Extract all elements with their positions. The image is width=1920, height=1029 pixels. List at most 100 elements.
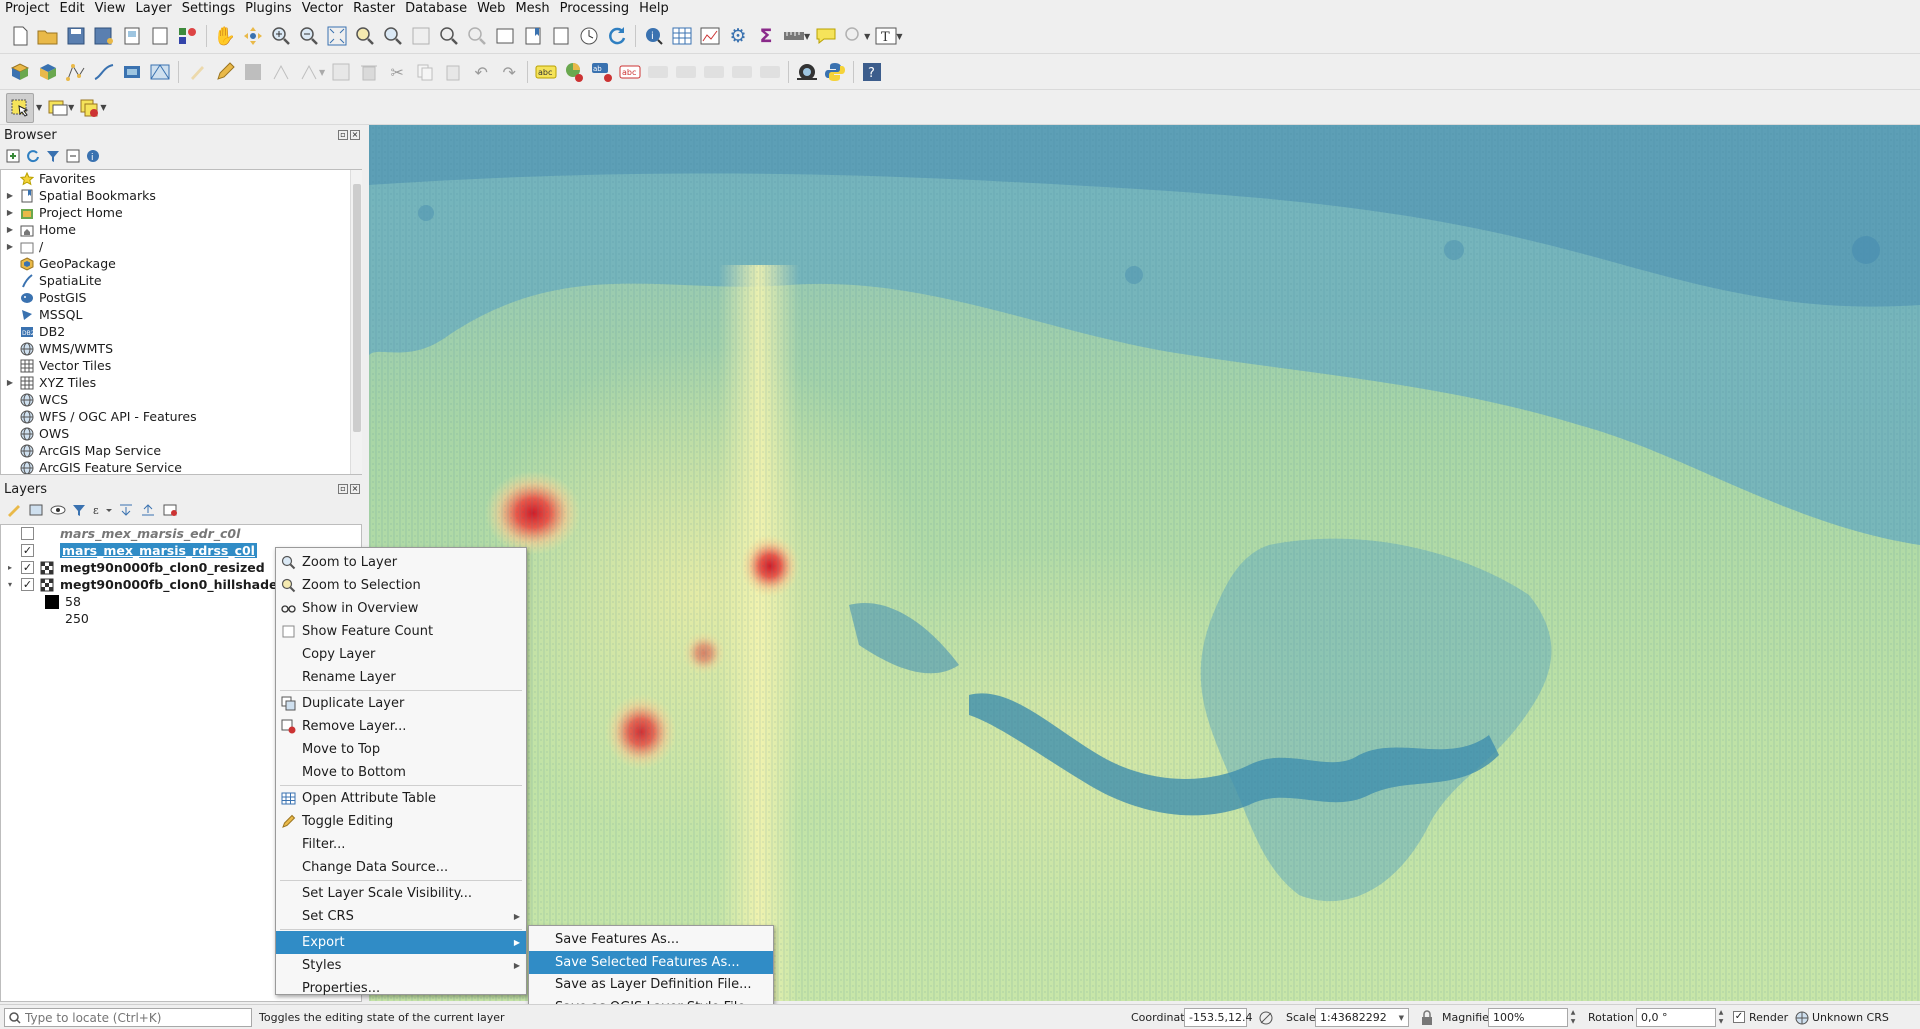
rotate-label-button[interactable] xyxy=(700,57,728,87)
help-contents-button[interactable]: ? xyxy=(858,57,886,87)
add-feature-button[interactable] xyxy=(267,57,295,87)
new-bookmark-button[interactable] xyxy=(519,21,547,51)
menu-item-rename-layer[interactable]: Rename Layer xyxy=(276,666,526,689)
close-panel-icon[interactable]: × xyxy=(350,130,360,140)
change-label-button[interactable] xyxy=(728,57,756,87)
lock-icon[interactable] xyxy=(1420,1010,1434,1026)
open-project-button[interactable] xyxy=(34,21,62,51)
float-panel-icon[interactable]: ▫ xyxy=(338,130,348,140)
new-project-button[interactable] xyxy=(6,21,34,51)
label-properties-button[interactable] xyxy=(756,57,784,87)
expand-arrow-icon[interactable]: ▶ xyxy=(5,242,15,251)
map-canvas[interactable] xyxy=(369,125,1920,1001)
browser-item-postgis[interactable]: PostGIS xyxy=(1,289,361,306)
menu-item-zoom-to-layer[interactable]: Zoom to Layer xyxy=(276,551,526,574)
menu-item-toggle-editing[interactable]: Toggle Editing xyxy=(276,810,526,833)
attribute-table-button[interactable] xyxy=(668,21,696,51)
save-project-button[interactable] xyxy=(62,21,90,51)
browser-item-xyz-tiles[interactable]: ▶ XYZ Tiles xyxy=(1,374,361,391)
zoom-to-layer-button[interactable] xyxy=(379,21,407,51)
coordinate-field[interactable]: -153.5,12.4 xyxy=(1184,1008,1252,1027)
copy-features-button[interactable] xyxy=(411,57,439,87)
render-checkbox[interactable]: ✓ xyxy=(1733,1011,1745,1023)
browser-item-spatialite[interactable]: SpatiaLite xyxy=(1,272,361,289)
delete-selected-button[interactable] xyxy=(355,57,383,87)
new-layer-button[interactable] xyxy=(34,57,62,87)
expand-all-icon[interactable] xyxy=(118,503,134,517)
browser-item-geopackage[interactable]: GeoPackage xyxy=(1,255,361,272)
browser-item-project-home[interactable]: ▶ Project Home xyxy=(1,204,361,221)
browser-item-mssql[interactable]: MSSQL xyxy=(1,306,361,323)
vertex-dropdown-icon[interactable]: ▼ xyxy=(319,68,325,77)
submenu-item-save-features-as[interactable]: Save Features As... xyxy=(529,928,773,951)
redo-button[interactable]: ↷ xyxy=(495,57,523,87)
annotation-dropdown-icon[interactable]: ▼ xyxy=(896,32,902,41)
new-map-view-button[interactable] xyxy=(491,21,519,51)
menu-item-properties[interactable]: Properties... xyxy=(276,977,526,1000)
new-layout-button[interactable] xyxy=(146,21,174,51)
menu-item-copy-layer[interactable]: Copy Layer xyxy=(276,643,526,666)
collapse-all-icon[interactable] xyxy=(66,149,80,163)
locator-bar[interactable] xyxy=(4,1008,252,1027)
toggle-editing-button[interactable] xyxy=(211,57,239,87)
browser-item-spatial-bookmarks[interactable]: ▶ Spatial Bookmarks xyxy=(1,187,361,204)
menu-processing[interactable]: Processing xyxy=(555,0,634,18)
browser-item-favorites[interactable]: Favorites xyxy=(1,170,361,187)
layer-diagram-button[interactable] xyxy=(560,57,588,87)
pan-to-selection-button[interactable] xyxy=(239,21,267,51)
save-as-button[interactable] xyxy=(90,21,118,51)
menu-item-duplicate-layer[interactable]: Duplicate Layer xyxy=(276,692,526,715)
measure-dropdown-icon[interactable]: ▼ xyxy=(804,32,810,41)
menu-item-filter[interactable]: Filter... xyxy=(276,833,526,856)
zoom-full-button[interactable] xyxy=(323,21,351,51)
toolbox-button[interactable]: ⚙ xyxy=(724,21,752,51)
menu-item-move-to-top[interactable]: Move to Top xyxy=(276,738,526,761)
expand-arrow-icon[interactable]: ▶ xyxy=(5,378,15,387)
add-group-icon[interactable] xyxy=(28,503,44,517)
expand-arrow-icon[interactable]: ▸ xyxy=(5,563,15,572)
menu-item-change-data-source[interactable]: Change Data Source... xyxy=(276,856,526,879)
expand-arrow-icon[interactable]: ▶ xyxy=(5,225,15,234)
rotation-spinner[interactable]: ▲ ▼ xyxy=(1716,1008,1726,1027)
menu-item-export[interactable]: Export ▶ xyxy=(276,931,526,954)
menu-database[interactable]: Database xyxy=(400,0,472,18)
browser-item-wfs-ogc-api-features[interactable]: WFS / OGC API - Features xyxy=(1,408,361,425)
browser-item-home[interactable]: ▶ Home xyxy=(1,221,361,238)
float-panel-icon[interactable]: ▫ xyxy=(338,484,348,494)
map-tips-button[interactable] xyxy=(812,21,840,51)
menu-item-open-attribute-table[interactable]: Open Attribute Table xyxy=(276,787,526,810)
mesh-button[interactable] xyxy=(146,57,174,87)
layer-visibility-checkbox[interactable]: ✓ xyxy=(21,578,34,591)
field-calculator-button[interactable]: Σ xyxy=(752,21,780,51)
menu-item-set-crs[interactable]: Set CRS ▶ xyxy=(276,905,526,928)
zoom-last-button[interactable] xyxy=(435,21,463,51)
browser-item-db2[interactable]: DB2 DB2 xyxy=(1,323,361,340)
toggle-extents-icon[interactable] xyxy=(1258,1010,1274,1026)
zoom-out-button[interactable] xyxy=(295,21,323,51)
collapse-all-icon[interactable] xyxy=(140,503,156,517)
layer-labeling-button[interactable]: abc xyxy=(532,57,560,87)
remove-layer-icon[interactable] xyxy=(162,503,178,517)
move-label-button[interactable] xyxy=(672,57,700,87)
expand-arrow-icon[interactable]: ▶ xyxy=(5,208,15,217)
browser-item-wms-wmts[interactable]: WMS/WMTS xyxy=(1,340,361,357)
layout-manager-button[interactable] xyxy=(118,21,146,51)
menu-mesh[interactable]: Mesh xyxy=(510,0,554,18)
pin-labels-button[interactable]: ab xyxy=(588,57,616,87)
digitize-point-button[interactable] xyxy=(62,57,90,87)
magnifier-field[interactable]: 100% xyxy=(1488,1008,1568,1027)
temporal-controller-button[interactable] xyxy=(575,21,603,51)
menu-item-remove-layer[interactable]: Remove Layer... xyxy=(276,715,526,738)
current-edits-button[interactable] xyxy=(183,57,211,87)
scale-field[interactable]: 1:43682292 ▼ xyxy=(1315,1008,1409,1027)
zoom-next-button[interactable] xyxy=(463,21,491,51)
menu-item-zoom-to-selection[interactable]: Zoom to Selection xyxy=(276,574,526,597)
info-icon[interactable]: i xyxy=(86,149,100,163)
cut-features-button[interactable]: ✂ xyxy=(383,57,411,87)
style-panel-icon[interactable] xyxy=(6,503,22,517)
crs-globe-icon[interactable] xyxy=(1795,1011,1809,1025)
eye-icon[interactable] xyxy=(50,503,66,517)
digitize-line-button[interactable] xyxy=(90,57,118,87)
refresh-icon[interactable] xyxy=(26,149,40,163)
menu-item-show-in-overview[interactable]: Show in Overview xyxy=(276,597,526,620)
